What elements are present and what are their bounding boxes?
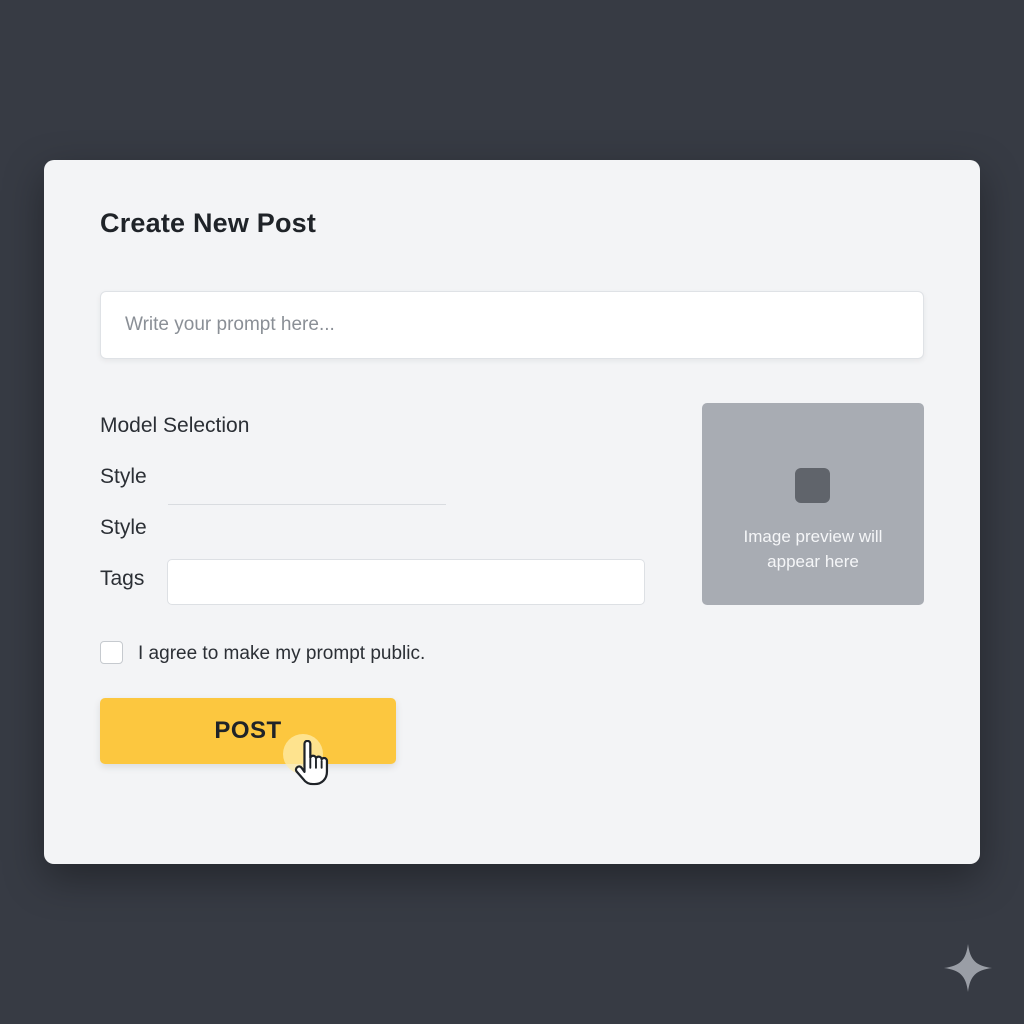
style-label-secondary: Style <box>100 516 147 539</box>
model-selection-label: Model Selection <box>100 414 250 437</box>
tags-input[interactable] <box>167 559 645 605</box>
post-button[interactable]: POST <box>100 698 396 764</box>
page-title: Create New Post <box>100 208 317 238</box>
style-select[interactable] <box>168 476 446 505</box>
hand-pointer-icon <box>294 740 329 786</box>
public-prompt-checkbox[interactable] <box>100 641 123 664</box>
image-placeholder-icon <box>795 468 830 503</box>
style-label: Style <box>100 465 147 488</box>
public-prompt-checkbox-label[interactable]: I agree to make my prompt public. <box>138 643 425 665</box>
create-post-card: Create New Post Model Selection Style St… <box>44 160 980 864</box>
image-preview-panel: Image preview will appear here <box>702 403 924 605</box>
prompt-input[interactable] <box>100 291 924 359</box>
sparkle-icon <box>944 944 992 992</box>
tags-label: Tags <box>100 567 145 590</box>
image-preview-text: Image preview will appear here <box>743 527 883 571</box>
